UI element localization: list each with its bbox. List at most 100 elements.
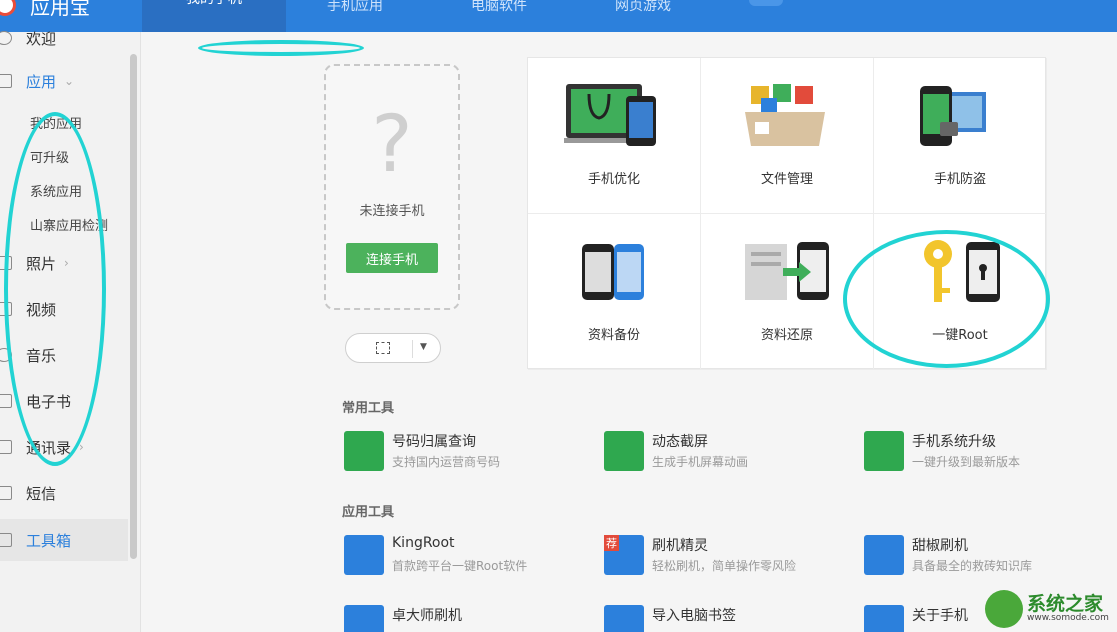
sidebar-sub-upgradable[interactable]: 可升级 (30, 147, 69, 166)
sidebar-item-label: 照片 (26, 254, 57, 273)
sidebar-item-label: 音乐 (26, 346, 57, 365)
feature-grid: 手机优化 文件管理 手机防盗 资料备份 资料还原 一键Root (527, 57, 1047, 370)
tool-desc: 具备最全的救砖知识库 (912, 559, 1033, 573)
tab-phone-apps[interactable]: 手机应用 (300, 0, 410, 20)
contacts-icon (0, 440, 12, 454)
grid-phone-optimize[interactable]: 手机优化 (528, 58, 701, 214)
tool-dynamic-screenshot[interactable]: 动态截屏 生成手机屏幕动画 (604, 431, 834, 475)
tab-label: 电脑软件 (471, 0, 527, 14)
sidebar-item-contacts[interactable]: 通讯录 › (0, 427, 128, 467)
brand: 应用宝 (0, 0, 90, 20)
tool-desc: 生成手机屏幕动画 (652, 455, 749, 469)
tool-name: 动态截屏 (652, 434, 708, 450)
tab-label: 手机应用 (327, 0, 383, 14)
toolbox-icon (0, 533, 12, 547)
tool-name: 卓大师刷机 (392, 608, 462, 624)
tool-name: 关于手机 (912, 608, 968, 624)
tool-flash-genius[interactable]: 荐 刷机精灵 轻松刷机，简单操作零风险 (604, 535, 834, 579)
tool-name: KingRoot (392, 535, 455, 551)
tool-pepper-flash[interactable]: 甜椒刷机 具备最全的救砖知识库 (864, 535, 1094, 579)
tab-label: 我的手机 (186, 0, 242, 8)
tab-web-games[interactable]: 网页游戏 (588, 0, 698, 20)
grid-data-backup[interactable]: 资料备份 (528, 214, 701, 370)
crop-icon (376, 342, 390, 354)
sidebar-item-label: 电子书 (26, 392, 72, 411)
music-icon (0, 348, 12, 362)
watermark-text: 系统之家 www.somode.com (1027, 593, 1109, 624)
sidebar-item-label: 应用 (26, 72, 57, 91)
tab-pc-software[interactable]: 电脑软件 (444, 0, 554, 20)
app-title: 应用宝 (30, 0, 90, 19)
connect-phone-button[interactable]: 连接手机 (346, 243, 438, 273)
watermark: 系统之家 www.somode.com (985, 586, 1117, 632)
welcome-icon (0, 31, 12, 45)
tool-name: 手机系统升级 (912, 434, 996, 450)
sidebar-sub-fake-app-check[interactable]: 山寨应用检测 (30, 215, 108, 234)
tool-name: 甜椒刷机 (912, 538, 968, 554)
recommend-badge: 荐 (604, 535, 619, 551)
sidebar-sub-system-apps[interactable]: 系统应用 (30, 181, 82, 200)
sidebar-item-label: 短信 (26, 484, 57, 503)
dropdown-arrow-icon[interactable] (749, 0, 783, 6)
grid-data-restore[interactable]: 资料还原 (701, 214, 874, 370)
watermark-url: www.somode.com (1027, 613, 1109, 623)
sidebar-item-label: 欢迎 (26, 29, 57, 48)
watermark-name: 系统之家 (1027, 593, 1104, 615)
house-logo-icon (985, 590, 1023, 628)
tool-import-bookmarks[interactable]: 导入电脑书签 (604, 605, 834, 632)
sidebar-item-toolbox[interactable]: 工具箱 (0, 519, 128, 561)
sidebar-item-sms[interactable]: 短信 (0, 473, 128, 513)
app-window: { "app": {"title": "应用宝"}, "tabs": ["我的手… (0, 0, 1117, 632)
chevron-right-icon: › (64, 256, 69, 270)
book-icon (0, 394, 12, 408)
lightning-icon (344, 535, 384, 575)
photo-icon (0, 256, 12, 270)
sidebar-item-videos[interactable]: 视频 (0, 289, 128, 329)
message-icon (0, 486, 12, 500)
tool-desc: 一键升级到最新版本 (912, 455, 1021, 469)
tool-name: 号码归属查询 (392, 434, 476, 450)
phone-connect-panel: ? 未连接手机 连接手机 (324, 64, 460, 310)
sidebar-sub-my-apps[interactable]: 我的应用 (30, 113, 82, 132)
question-mark-icon: ? (371, 100, 413, 190)
tool-system-upgrade[interactable]: 手机系统升级 一键升级到最新版本 (864, 431, 1094, 475)
app-logo-icon (0, 0, 16, 16)
phone-info-icon (864, 605, 904, 632)
data-backup-icon (582, 244, 644, 300)
tool-number-lookup[interactable]: 号码归属查询 支持国内运营商号码 (344, 431, 574, 475)
sidebar-item-ebooks[interactable]: 电子书 (0, 381, 128, 421)
tool-kingroot[interactable]: KingRoot 首款跨平台一键Root软件 (344, 535, 574, 579)
grid-label: 手机优化 (587, 172, 640, 187)
key-root-icon (924, 240, 1000, 302)
restore-circle-icon (864, 535, 904, 575)
grid-label: 一键Root (932, 328, 988, 343)
tab-my-phone[interactable]: 我的手机 (142, 0, 286, 32)
tool-desc: 支持国内运营商号码 (392, 455, 501, 469)
sidebar-item-welcome[interactable]: 欢迎 (0, 18, 128, 58)
bookmark-icon (604, 605, 644, 632)
screenshot-button[interactable]: ▼ (345, 333, 441, 363)
grid-anti-theft[interactable]: 手机防盗 (874, 58, 1047, 214)
sidebar-item-apps[interactable]: 应用 ⌄ (0, 61, 128, 101)
tool-zhuo-master-flash[interactable]: 卓大师刷机 (344, 605, 574, 632)
top-bar: 应用宝 我的手机 手机应用 电脑软件 网页游戏 (0, 0, 1117, 32)
divider (412, 340, 413, 358)
data-restore-icon (745, 242, 829, 300)
chevron-right-icon: › (79, 440, 84, 454)
sidebar-item-label: 通讯录 (26, 438, 72, 457)
phone-optimize-icon (564, 84, 656, 146)
grid-one-key-root[interactable]: 一键Root (874, 214, 1047, 370)
sidebar: 欢迎 应用 ⌄ 我的应用 可升级 系统应用 山寨应用检测 照片 › 视频 音乐 … (0, 30, 141, 632)
cloud-icon (344, 605, 384, 632)
sidebar-item-photos[interactable]: 照片 › (0, 243, 128, 283)
sidebar-item-label: 工具箱 (26, 531, 72, 550)
grid-file-manager[interactable]: 文件管理 (701, 58, 874, 214)
anti-theft-icon (920, 86, 986, 146)
grid-label: 手机防盗 (933, 172, 986, 187)
tool-desc: 首款跨平台一键Root软件 (392, 559, 528, 573)
sidebar-scrollbar[interactable] (130, 54, 137, 559)
tab-label: 网页游戏 (615, 0, 671, 14)
section-title-common-tools: 常用工具 (342, 401, 395, 416)
sidebar-item-music[interactable]: 音乐 (0, 335, 128, 375)
chevron-down-icon[interactable]: ▼ (420, 342, 427, 352)
